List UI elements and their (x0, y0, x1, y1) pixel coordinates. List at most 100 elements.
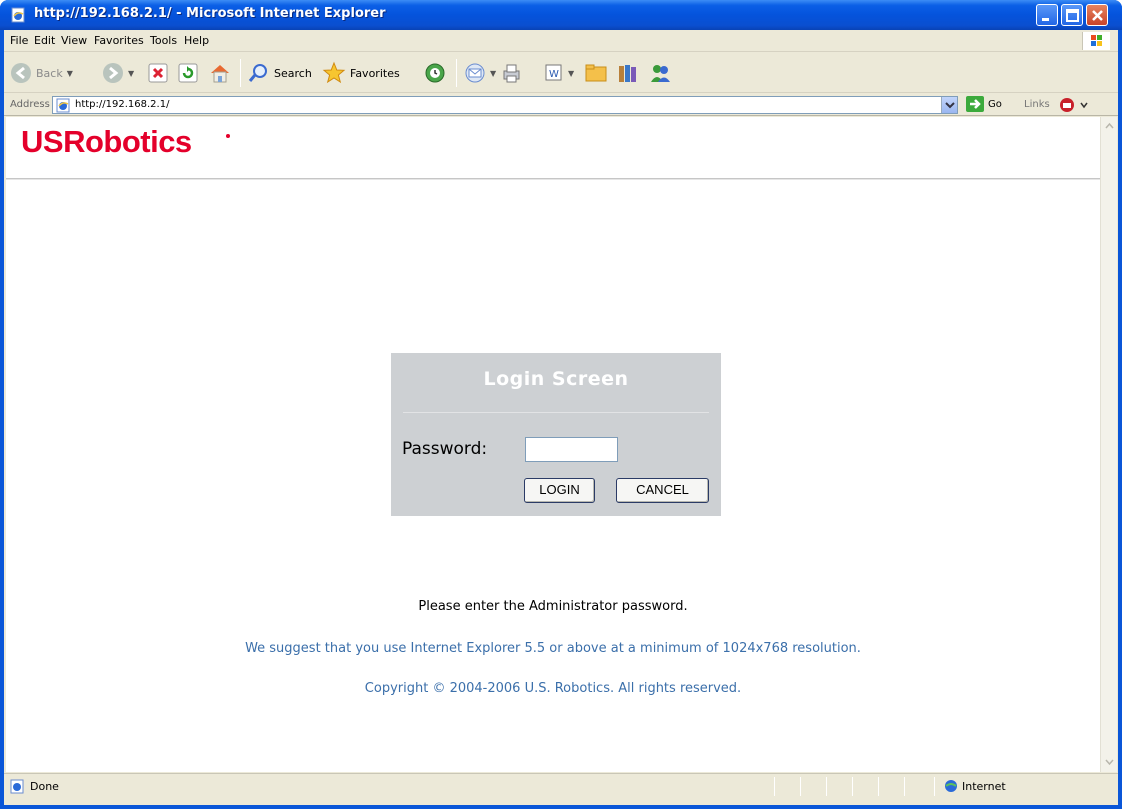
close-button[interactable] (1086, 4, 1108, 26)
go-button[interactable]: Go (966, 96, 1002, 112)
toolbar-separator (240, 59, 241, 87)
back-arrow-icon (11, 63, 31, 83)
menu-favorites[interactable]: Favorites (94, 34, 144, 47)
research-books-icon (619, 65, 636, 82)
status-divider (774, 777, 775, 796)
mail-icon (465, 63, 485, 83)
menu-view[interactable]: View (61, 34, 87, 47)
search-icon (248, 64, 267, 82)
word-document-icon: W (545, 64, 562, 81)
status-divider (878, 777, 879, 796)
scroll-up-button[interactable] (1102, 119, 1117, 134)
vertical-scrollbar[interactable] (1100, 117, 1117, 772)
menu-help[interactable]: Help (184, 34, 209, 47)
chevron-down-icon (945, 102, 955, 109)
printer-icon (503, 64, 520, 83)
menu-tools[interactable]: Tools (150, 34, 177, 47)
refresh-button[interactable] (178, 59, 198, 87)
favorites-button[interactable]: Favorites (322, 59, 400, 87)
status-bar: Done Internet (4, 773, 1118, 798)
go-label: Go (988, 98, 1002, 110)
back-button[interactable]: Back ▼ (10, 59, 73, 87)
address-input[interactable]: http://192.168.2.1/ (52, 96, 958, 114)
history-button[interactable] (424, 59, 446, 87)
chevron-down-icon[interactable]: ▼ (67, 69, 73, 78)
address-dropdown-button[interactable] (941, 97, 957, 113)
favorites-label: Favorites (350, 66, 400, 80)
refresh-icon (178, 63, 198, 83)
password-field[interactable] (525, 437, 618, 462)
title-bar[interactable]: http://192.168.2.1/ - Microsoft Internet… (0, 0, 1122, 30)
discuss-button[interactable] (584, 59, 608, 87)
minimize-icon (1042, 18, 1049, 21)
search-label: Search (274, 66, 312, 80)
maximize-button[interactable] (1061, 4, 1083, 26)
chevron-down-icon[interactable]: ▼ (128, 69, 134, 78)
forward-button[interactable]: ▼ (102, 59, 134, 87)
chevron-down-icon[interactable]: ▼ (568, 69, 574, 78)
login-title: Login Screen (483, 368, 629, 390)
security-zone-label: Internet (962, 780, 1006, 793)
logo-registered-dot (226, 134, 230, 138)
status-divider (852, 777, 853, 796)
windows-logo-icon (1082, 32, 1110, 50)
toolbar-separator (456, 59, 457, 87)
chevron-up-icon (1105, 122, 1114, 129)
favorites-star-icon (322, 61, 346, 84)
research-button[interactable] (616, 59, 640, 87)
scroll-down-button[interactable] (1102, 754, 1117, 769)
address-bar: Address http://192.168.2.1/ Go Links (4, 94, 1118, 116)
page-viewport: USRobotics Login Screen Password: LOGIN … (6, 117, 1100, 772)
minimize-button[interactable] (1036, 4, 1058, 26)
menu-edit[interactable]: Edit (34, 34, 55, 47)
chevron-down-icon (1105, 759, 1114, 766)
back-label: Back (36, 66, 63, 80)
header-divider (6, 178, 1100, 180)
maximize-icon (1066, 9, 1079, 22)
links-label[interactable]: Links (1024, 99, 1050, 110)
stop-icon (148, 63, 168, 83)
address-label: Address (10, 99, 50, 110)
instruction-text: Please enter the Administrator password. (418, 599, 688, 614)
browser-chrome: File Edit View Favorites Tools Help Back… (4, 30, 1118, 805)
stop-button[interactable] (148, 59, 168, 87)
ie-page-icon (11, 7, 25, 23)
home-button[interactable] (208, 59, 232, 87)
print-button[interactable] (500, 59, 522, 87)
browser-window: http://192.168.2.1/ - Microsoft Internet… (0, 0, 1122, 809)
mail-button[interactable]: ▼ (464, 59, 496, 87)
messenger-icon (651, 65, 670, 82)
status-divider (800, 777, 801, 796)
edit-button[interactable]: W ▼ (544, 59, 574, 87)
chevron-down-icon[interactable]: ▼ (490, 69, 496, 78)
status-text: Done (30, 780, 59, 793)
cancel-button[interactable]: CANCEL (616, 478, 709, 503)
ie-page-icon (56, 98, 70, 113)
menu-bar: File Edit View Favorites Tools Help (4, 30, 1118, 52)
close-icon (1092, 10, 1103, 21)
home-icon (211, 65, 229, 83)
history-icon (425, 63, 445, 83)
messenger-button[interactable] (648, 59, 672, 87)
internet-globe-icon (945, 780, 957, 792)
status-divider (934, 777, 935, 796)
copyright-text: Copyright © 2004-2006 U.S. Robotics. All… (364, 681, 742, 696)
links-button[interactable] (1059, 97, 1089, 116)
menu-file[interactable]: File (10, 34, 28, 47)
browser-suggestion-text: We suggest that you use Internet Explore… (245, 641, 861, 656)
translate-icon (1060, 98, 1088, 112)
status-divider (904, 777, 905, 796)
login-button[interactable]: LOGIN (524, 478, 595, 503)
login-divider (403, 412, 709, 413)
password-label: Password: (402, 439, 488, 459)
svg-text:W: W (549, 69, 559, 80)
address-url: http://192.168.2.1/ (75, 99, 170, 110)
search-button[interactable]: Search (248, 59, 312, 87)
folder-icon (585, 64, 607, 82)
go-arrow-icon (966, 96, 984, 112)
window-title: http://192.168.2.1/ - Microsoft Internet… (34, 6, 386, 21)
ie-page-icon (10, 779, 24, 794)
usrobotics-logo: USRobotics (21, 124, 192, 159)
login-panel: Login Screen Password: LOGIN CANCEL (391, 353, 721, 516)
forward-arrow-icon (103, 63, 123, 83)
